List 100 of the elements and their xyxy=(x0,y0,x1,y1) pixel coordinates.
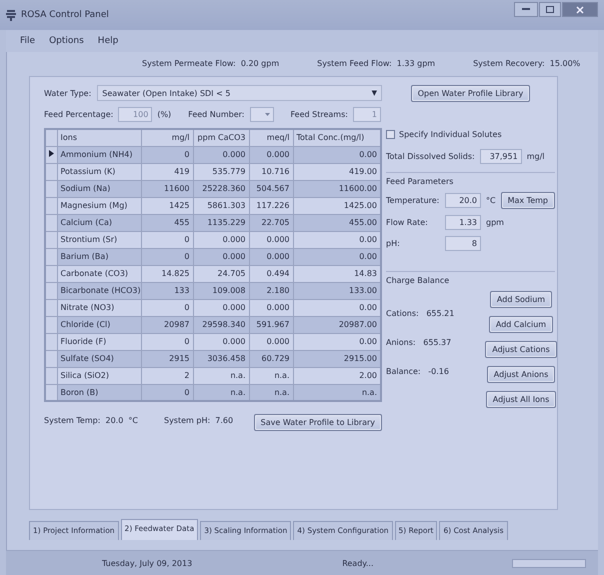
table-cell: n.a. xyxy=(249,384,293,401)
table-cell: 455 xyxy=(141,214,193,231)
unit-label: °C xyxy=(486,196,496,205)
column-header: Ions xyxy=(57,129,141,146)
table-cell: Boron (B) xyxy=(57,384,141,401)
charge-reading: Balance: -0.16 xyxy=(386,367,450,376)
input-field[interactable]: 20.0 xyxy=(445,193,481,208)
field-label: Flow Rate: xyxy=(386,218,429,227)
table-cell: 0 xyxy=(141,248,193,265)
adjust-button[interactable]: Add Calcium xyxy=(488,316,554,333)
table-cell: 2915 xyxy=(141,350,193,367)
menu-item[interactable]: Help xyxy=(98,36,118,46)
table-cell: 0.000 xyxy=(249,146,293,163)
system-temp-text: System Temp: 20.0 °C xyxy=(44,416,138,425)
column-header: ppm CaCO3 xyxy=(193,129,249,146)
save-profile-button[interactable]: Save Water Profile to Library xyxy=(254,414,382,431)
table-cell: 117.226 xyxy=(249,197,293,214)
table-cell: 109.008 xyxy=(193,282,249,299)
table-cell: 0.00 xyxy=(293,231,381,248)
table-cell: 0.000 xyxy=(193,299,249,316)
field-label: Water Type: xyxy=(44,88,92,98)
table-cell: 591.967 xyxy=(249,316,293,333)
table-cell: 0 xyxy=(141,146,193,163)
table-cell: 0.00 xyxy=(293,146,381,163)
table-cell: Strontium (Sr) xyxy=(57,231,141,248)
table-cell: 11600.00 xyxy=(293,180,381,197)
maximize-button[interactable] xyxy=(539,2,561,17)
status-date: Tuesday, July 09, 2013 xyxy=(102,558,192,568)
close-icon xyxy=(576,6,584,14)
table-cell: 0.000 xyxy=(249,333,293,350)
close-button[interactable] xyxy=(562,2,598,17)
table-cell: 1425 xyxy=(141,197,193,214)
menu-item[interactable]: File xyxy=(20,36,36,46)
table-cell: Ammonium (NH4) xyxy=(57,146,141,163)
table-cell: 0 xyxy=(141,299,193,316)
open-library-button[interactable]: Open Water Profile Library xyxy=(410,85,530,102)
table-cell: Fluoride (F) xyxy=(57,333,141,350)
table-cell: Carbonate (CO3) xyxy=(57,265,141,282)
adjust-button[interactable]: Add Sodium xyxy=(490,291,552,308)
table-cell: 0.494 xyxy=(249,265,293,282)
table-cell: 535.779 xyxy=(193,163,249,180)
field-label: Feed Percentage: xyxy=(44,110,114,119)
table-cell: 29598.340 xyxy=(193,316,249,333)
unit-label: (%) xyxy=(157,110,172,119)
table-cell: 0.000 xyxy=(249,248,293,265)
table-cell: 11600 xyxy=(141,180,193,197)
field-label: Feed Streams: xyxy=(290,110,348,119)
table-cell: 133.00 xyxy=(293,282,381,299)
adjust-button[interactable]: Adjust Cations xyxy=(485,341,557,358)
table-cell: 0 xyxy=(141,231,193,248)
table-cell: Barium (Ba) xyxy=(57,248,141,265)
charge-reading: Anions: 655.37 xyxy=(386,338,452,347)
window-title: ROSA Control Panel xyxy=(21,10,109,20)
table-cell: 5861.303 xyxy=(193,197,249,214)
column-header: mg/l xyxy=(141,129,193,146)
table-cell: 22.705 xyxy=(249,214,293,231)
table-cell: Sodium (Na) xyxy=(57,180,141,197)
table-cell: 24.705 xyxy=(193,265,249,282)
table-cell: 2915.00 xyxy=(293,350,381,367)
table-cell: 0.000 xyxy=(193,333,249,350)
table-cell: 0.000 xyxy=(249,231,293,248)
minimize-icon xyxy=(522,8,530,11)
table-cell: 1425.00 xyxy=(293,197,381,214)
checkbox[interactable] xyxy=(386,130,395,139)
table-cell: 14.83 xyxy=(293,265,381,282)
table-cell: 0.000 xyxy=(193,248,249,265)
unit-label: gpm xyxy=(486,218,504,227)
input-field[interactable]: 1.33 xyxy=(445,215,481,230)
input-field[interactable]: 8 xyxy=(445,236,481,251)
table-cell: Magnesium (Mg) xyxy=(57,197,141,214)
system-ph-text: System pH: 7.60 xyxy=(164,416,234,425)
adjust-button[interactable]: Adjust All Ions xyxy=(486,391,556,408)
table-cell: 2.00 xyxy=(293,367,381,384)
table-cell: 0 xyxy=(141,384,193,401)
table-cell: 25228.360 xyxy=(193,180,249,197)
table-cell: 0.00 xyxy=(293,248,381,265)
table-cell: Bicarbonate (HCO3) xyxy=(57,282,141,299)
field-label: Total Dissolved Solids: xyxy=(386,152,475,161)
table-cell: 20987 xyxy=(141,316,193,333)
summary-text: System Permeate Flow: 0.20 gpm xyxy=(142,58,280,68)
group-title: Charge Balance xyxy=(386,276,450,285)
menu-item[interactable]: Options xyxy=(49,36,84,46)
input-field[interactable]: 37,951 xyxy=(480,149,522,164)
table-cell: 419.00 xyxy=(293,163,381,180)
table-cell: 2.180 xyxy=(249,282,293,299)
table-cell: Chloride (Cl) xyxy=(57,316,141,333)
table-cell: Calcium (Ca) xyxy=(57,214,141,231)
field-label: Temperature: xyxy=(386,196,440,205)
table-cell: 0.000 xyxy=(193,146,249,163)
table-cell: 20987.00 xyxy=(293,316,381,333)
field-label: Feed Number: xyxy=(188,110,244,119)
table-cell: 14.825 xyxy=(141,265,193,282)
status-message: Ready... xyxy=(342,558,374,568)
table-cell: 3036.458 xyxy=(193,350,249,367)
table-cell: 455.00 xyxy=(293,214,381,231)
column-header: meq/l xyxy=(249,129,293,146)
adjust-button[interactable]: Adjust Anions xyxy=(486,366,556,383)
table-cell: 133 xyxy=(141,282,193,299)
minimize-button[interactable] xyxy=(514,2,538,17)
max-temp-button[interactable]: Max Temp xyxy=(500,192,555,209)
